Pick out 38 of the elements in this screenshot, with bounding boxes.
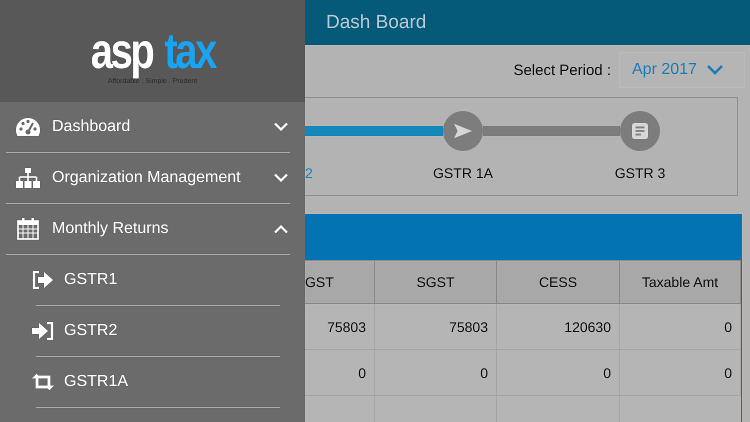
step-label: GSTR 1A: [433, 165, 493, 181]
table-cell: 0: [497, 350, 620, 396]
table-cell: 0: [620, 350, 741, 396]
table-cell: 75803: [375, 304, 497, 350]
column-header: SGST: [375, 260, 497, 304]
table-cell: 0: [305, 350, 375, 396]
chevron-down-icon: [274, 173, 288, 183]
table-cell: 0: [375, 350, 497, 396]
chevron-up-icon: [274, 224, 288, 234]
submenu-item[interactable]: GSTR1A: [36, 357, 280, 408]
step-circle[interactable]: [620, 111, 660, 151]
table-cell: 75803: [305, 304, 375, 350]
submenu-item[interactable]: GSTR2: [36, 306, 280, 357]
page-title: Dash Board: [326, 12, 426, 34]
period-label: Select Period :: [513, 62, 611, 78]
column-header: Taxable Amt: [620, 260, 741, 304]
calendar-icon: [16, 218, 40, 240]
submenu-item[interactable]: GSTR1: [36, 255, 280, 306]
step-label: 2: [305, 165, 313, 181]
chevron-down-icon: [274, 122, 288, 132]
sitemap-icon: [16, 167, 40, 189]
column-header: CESS: [497, 260, 620, 304]
menu-item[interactable]: Monthly Returns: [6, 204, 290, 255]
table-cell: 120630: [497, 304, 620, 350]
sign-out-icon: [32, 271, 54, 289]
logo-text: tax: [164, 26, 216, 76]
chevron-down-icon: [706, 65, 723, 75]
send-icon: [454, 123, 472, 139]
document-icon: [631, 123, 649, 139]
step-label: GSTR 3: [614, 165, 666, 181]
dashboard-gauge-icon: [16, 116, 40, 138]
column-header: GST: [305, 260, 375, 304]
table-cell: 0: [620, 304, 741, 350]
menu-item[interactable]: Organization Management: [6, 153, 290, 204]
step-circle[interactable]: [443, 111, 483, 151]
repeat-arrows-icon: [32, 373, 54, 391]
sign-in-icon: [32, 322, 54, 340]
menu-item[interactable]: Dashboard: [6, 102, 290, 153]
